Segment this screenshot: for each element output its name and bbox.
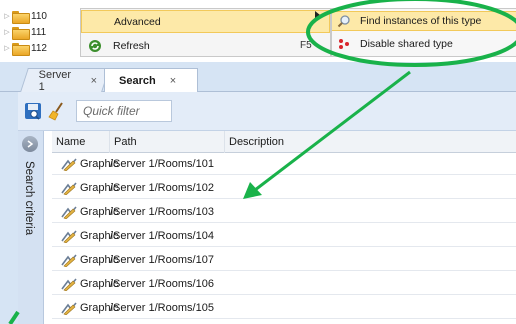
row-name: Graphic <box>80 205 119 218</box>
row-path: /Server 1/Rooms/103 <box>110 205 214 218</box>
table-row[interactable]: Graphic/Server 1/Rooms/105 <box>52 297 516 319</box>
tree-item-112[interactable]: ▷ 112 <box>2 40 47 56</box>
graphic-icon <box>58 301 80 315</box>
close-icon[interactable]: × <box>90 75 96 87</box>
tree-item-label: 111 <box>31 26 47 38</box>
graphic-icon <box>58 277 80 291</box>
graphic-icon <box>58 205 80 219</box>
folder-icon <box>12 42 30 56</box>
tab-search[interactable]: Search × <box>104 68 198 93</box>
expand-criteria-icon[interactable] <box>22 136 38 152</box>
row-path: /Server 1/Rooms/106 <box>110 277 214 290</box>
row-name: Graphic <box>80 157 119 170</box>
graphic-icon <box>58 253 80 267</box>
table-row[interactable]: Graphic/Server 1/Rooms/103 <box>52 201 516 223</box>
tab-strip: Server 1 × Search × <box>0 62 516 93</box>
row-path: /Server 1/Rooms/102 <box>110 181 214 194</box>
left-gutter <box>0 92 18 324</box>
search-criteria-panel[interactable]: Search criteria <box>18 131 44 324</box>
expand-arrow-icon[interactable]: ▷ <box>2 44 12 52</box>
quick-filter-input[interactable] <box>76 100 172 122</box>
menu-item-label: Advanced <box>114 15 161 28</box>
close-icon[interactable]: × <box>170 75 176 87</box>
menu-item-disable-shared-type[interactable]: Disable shared type <box>332 34 516 54</box>
tree-item-label: 112 <box>31 42 47 54</box>
tree-item-111[interactable]: ▷ 111 <box>2 24 46 40</box>
magnifier-icon <box>332 14 356 28</box>
column-header-description[interactable]: Description <box>225 131 516 153</box>
folder-icon <box>12 26 30 40</box>
submenu: Find instances of this type Disable shar… <box>331 8 516 57</box>
results-grid: Name Path Description Graphic/Server 1/R… <box>52 131 516 324</box>
row-name: Graphic <box>80 277 119 290</box>
row-name: Graphic <box>80 181 119 194</box>
refresh-icon <box>81 39 109 53</box>
clear-filter-broom-icon[interactable] <box>46 100 68 122</box>
graphic-icon <box>58 181 80 195</box>
search-panel: Search criteria Name Path Description Gr… <box>0 92 516 324</box>
tab-server-1[interactable]: Server 1 × <box>20 68 110 93</box>
folder-icon <box>12 10 30 24</box>
menu-item-advanced[interactable]: Advanced <box>81 10 330 33</box>
save-search-icon[interactable] <box>22 100 44 122</box>
row-name: Graphic <box>80 301 119 314</box>
submenu-arrow-icon <box>315 11 320 19</box>
tab-label: Search <box>119 74 156 87</box>
table-row[interactable]: Graphic/Server 1/Rooms/102 <box>52 177 516 199</box>
tree-and-context-menu: ▷ 110 ▷ 111 ▷ 112 Advanced Refresh F5 Fi… <box>0 0 516 62</box>
column-header-path[interactable]: Path <box>110 131 225 153</box>
menu-item-label: Disable shared type <box>360 38 453 50</box>
search-toolbar <box>18 92 516 131</box>
menu-item-label: Find instances of this type <box>360 15 482 27</box>
menu-item-label: Refresh <box>113 39 150 52</box>
shortcut-label: F5 <box>300 40 312 51</box>
graphic-icon <box>58 157 80 171</box>
row-path: /Server 1/Rooms/105 <box>110 301 214 314</box>
context-menu: Advanced Refresh F5 <box>80 8 331 57</box>
graphic-icon <box>58 229 80 243</box>
column-header-name[interactable]: Name <box>52 131 110 153</box>
tree-item-label: 110 <box>31 10 47 22</box>
tree-item-110[interactable]: ▷ 110 <box>2 8 47 24</box>
expand-arrow-icon[interactable]: ▷ <box>2 12 12 20</box>
row-path: /Server 1/Rooms/101 <box>110 157 214 170</box>
grid-header: Name Path Description <box>52 131 516 153</box>
tab-label: Server 1 <box>38 68 72 93</box>
table-row[interactable]: Graphic/Server 1/Rooms/104 <box>52 225 516 247</box>
row-name: Graphic <box>80 229 119 242</box>
table-row[interactable]: Graphic/Server 1/Rooms/106 <box>52 273 516 295</box>
disable-shared-icon <box>332 37 356 51</box>
menu-item-refresh[interactable]: Refresh F5 <box>81 34 330 57</box>
menu-item-find-instances[interactable]: Find instances of this type <box>332 11 516 31</box>
row-path: /Server 1/Rooms/107 <box>110 253 214 266</box>
expand-arrow-icon[interactable]: ▷ <box>2 28 12 36</box>
row-name: Graphic <box>80 253 119 266</box>
search-criteria-label: Search criteria <box>23 161 35 236</box>
table-row[interactable]: Graphic/Server 1/Rooms/101 <box>52 153 516 175</box>
row-path: /Server 1/Rooms/104 <box>110 229 214 242</box>
table-row[interactable]: Graphic/Server 1/Rooms/107 <box>52 249 516 271</box>
